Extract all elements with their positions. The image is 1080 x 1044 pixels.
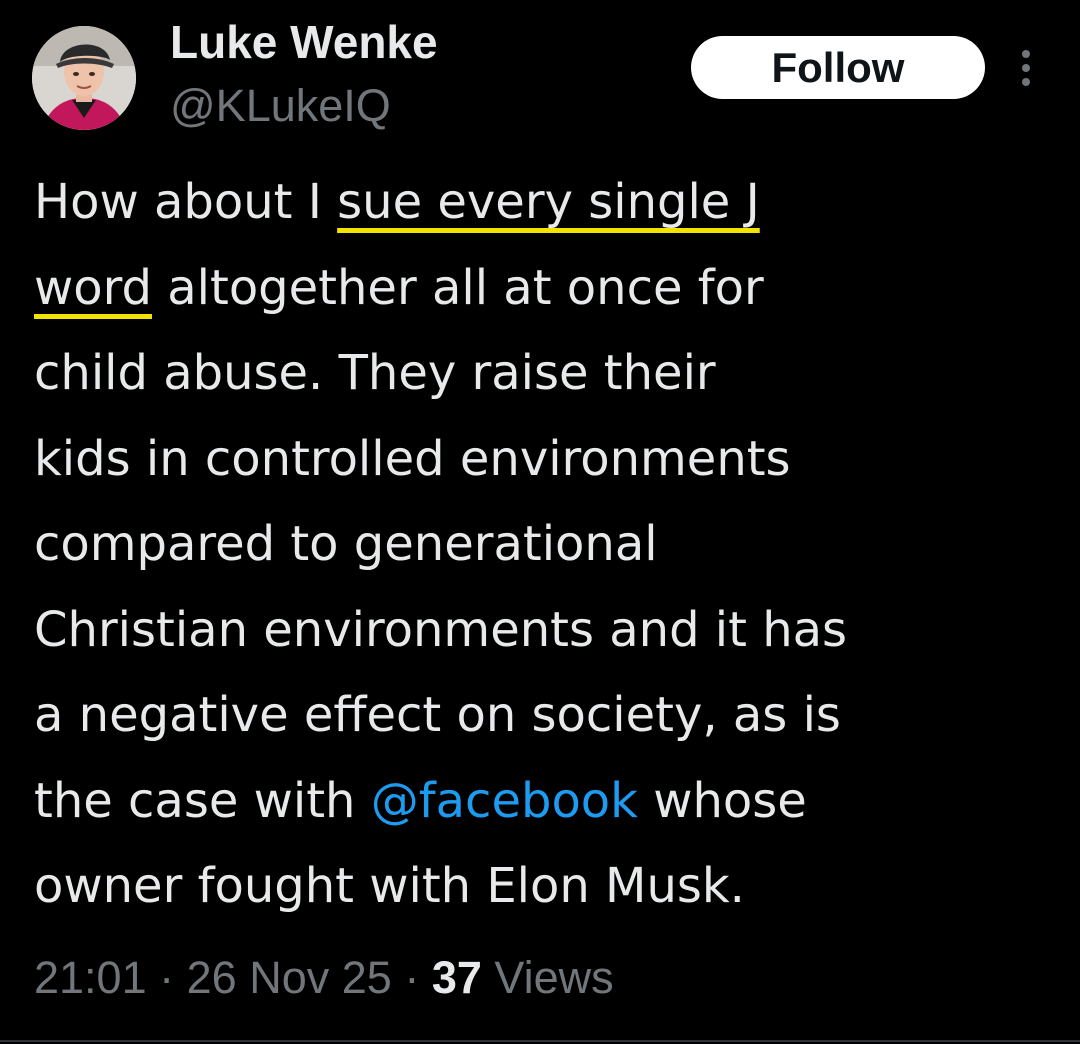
author-display-name[interactable]: Luke Wenke (170, 14, 438, 70)
author-handle[interactable]: @KLukeIQ (170, 78, 391, 134)
tweet-text-segment: the case with (34, 772, 371, 829)
views-count: 37 (431, 952, 482, 1003)
tweet-text-segment: Christian environments and it has (34, 601, 848, 658)
profile-photo-icon (32, 26, 136, 130)
tweet-text-segment: child abuse. They raise their (34, 345, 716, 401)
tweet-line: word altogether all at once for (34, 246, 1054, 332)
tweet-text-segment: whose (637, 772, 807, 829)
tweet-line: compared to generational (34, 502, 1054, 588)
tweet-meta: 21:01 · 26 Nov 25 · 37 Views (34, 946, 614, 1010)
views-label: Views (494, 952, 614, 1003)
more-vertical-icon[interactable] (1014, 48, 1038, 88)
author-avatar[interactable] (32, 26, 136, 130)
tweet-text-segment: kids in controlled environments (34, 430, 791, 487)
follow-button[interactable]: Follow (691, 36, 985, 99)
meta-separator: · (159, 952, 175, 1003)
mention-link[interactable]: @facebook (371, 773, 638, 829)
tweet-line: Christian environments and it has (34, 588, 1054, 674)
tweet-text-segment: a negative effect on society, as is (34, 687, 841, 743)
tweet-text-segment: compared to generational (34, 516, 658, 572)
tweet-line: a negative effect on society, as is (34, 673, 1054, 759)
tweet-line: the case with @facebook whose (34, 759, 1054, 845)
tweet-text: How about I sue every single Jword altog… (34, 160, 1054, 930)
tweet-text-segment: altogether all at once for (151, 259, 764, 316)
tweet-text-segment: How about I (34, 174, 338, 230)
tweet-line: child abuse. They raise their (34, 331, 1054, 417)
tweet-date[interactable]: 26 Nov 25 (187, 952, 392, 1003)
tweet-time[interactable]: 21:01 (34, 952, 147, 1003)
highlighted-text: sue every single J (337, 174, 760, 230)
highlighted-text: word (34, 259, 152, 316)
tweet-line: owner fought with Elon Musk. (34, 844, 1054, 930)
divider (0, 1040, 1080, 1042)
tweet-line: kids in controlled environments (34, 417, 1054, 503)
meta-separator: · (404, 952, 420, 1003)
tweet-text-segment: owner fought with Elon Musk. (34, 858, 745, 914)
tweet-line: How about I sue every single J (34, 160, 1054, 246)
